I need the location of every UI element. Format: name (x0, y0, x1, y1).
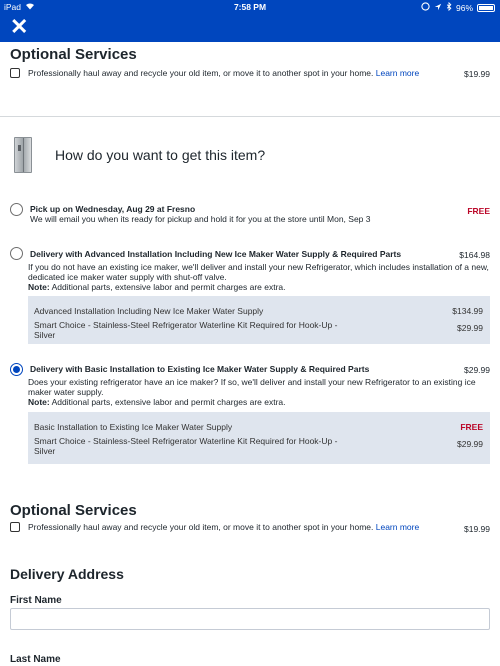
bluetooth-icon (446, 1, 452, 13)
optional-services-title: Optional Services (10, 502, 137, 519)
haul-away-price: $19.99 (464, 524, 490, 534)
optional-services-title: Optional Services (10, 46, 137, 63)
lock-rotation-icon (421, 2, 430, 13)
divider (0, 116, 500, 117)
advanced-installation-details: Advanced Installation Including New Ice … (28, 296, 490, 344)
pickup-title: Pick up on Wednesday, Aug 29 at Fresno (30, 204, 196, 214)
pickup-desc: We will email you when its ready for pic… (30, 214, 371, 224)
pickup-price: FREE (467, 206, 490, 216)
haul-away-checkbox[interactable] (10, 522, 20, 532)
pickup-radio[interactable] (10, 203, 23, 216)
first-name-field[interactable] (10, 608, 490, 630)
detail-price: $134.99 (452, 306, 483, 316)
status-bar: iPad 7:58 PM 96% (0, 0, 500, 14)
basic-installation-title: Delivery with Basic Installation to Exis… (30, 364, 370, 374)
haul-away-checkbox[interactable] (10, 68, 20, 78)
detail-item: Smart Choice - Stainless-Steel Refrigera… (34, 436, 338, 456)
refrigerator-image (14, 137, 32, 173)
battery-percent: 96% (455, 2, 473, 13)
detail-price: FREE (460, 422, 483, 432)
advanced-installation-desc: If you do not have an existing ice maker… (28, 262, 489, 292)
advanced-installation-title: Delivery with Advanced Installation Incl… (30, 249, 402, 259)
haul-away-text: Professionally haul away and recycle you… (28, 68, 420, 78)
detail-item: Advanced Installation Including New Ice … (34, 306, 264, 316)
location-icon (434, 3, 442, 13)
first-name-label: First Name (10, 595, 62, 606)
basic-installation-radio[interactable] (10, 363, 23, 376)
close-icon[interactable]: ✕ (10, 16, 32, 38)
basic-installation-desc: Does your existing refrigerator have an … (28, 377, 476, 407)
battery-icon (477, 3, 495, 12)
basic-installation-details: Basic Installation to Existing Ice Maker… (28, 412, 490, 464)
delivery-address-title: Delivery Address (10, 566, 124, 582)
detail-item: Basic Installation to Existing Ice Maker… (34, 422, 233, 432)
haul-away-text: Professionally haul away and recycle you… (28, 522, 420, 532)
detail-price: $29.99 (457, 323, 483, 333)
last-name-label: Last Name (10, 654, 61, 665)
advanced-installation-price: $164.98 (459, 250, 490, 260)
detail-price: $29.99 (457, 439, 483, 449)
learn-more-link[interactable]: Learn more (376, 68, 419, 78)
learn-more-link[interactable]: Learn more (376, 522, 419, 532)
detail-item: Smart Choice - Stainless-Steel Refrigera… (34, 320, 338, 340)
basic-installation-price: $29.99 (464, 365, 490, 375)
haul-away-price: $19.99 (464, 69, 490, 79)
advanced-installation-radio[interactable] (10, 247, 23, 260)
fulfillment-question: How do you want to get this item? (55, 147, 266, 163)
app-header: iPad 7:58 PM 96% ✕ (0, 0, 500, 42)
